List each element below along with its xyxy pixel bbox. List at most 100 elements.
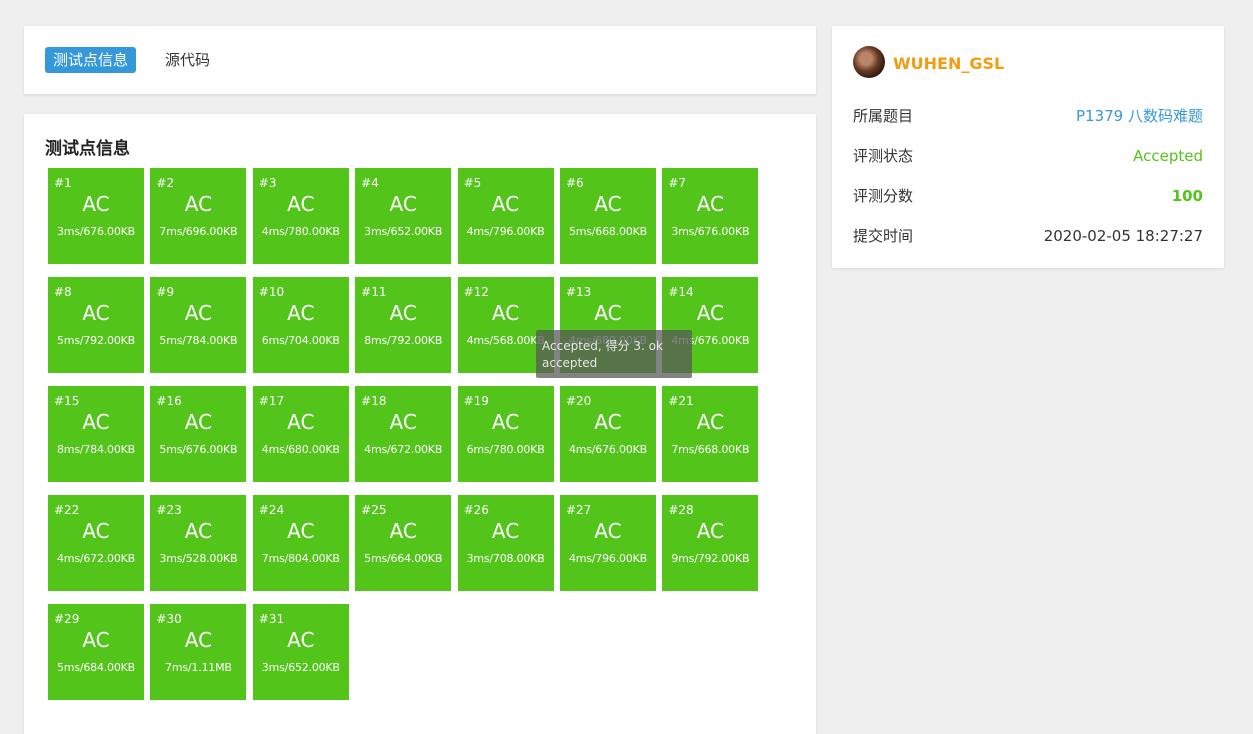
test-case-time-memory: 5ms/792.00KB [57,334,135,347]
submission-info-card: WUHEN_GSL 所属题目 P1379 八数码难题 评测状态 Accepted… [832,26,1224,268]
submit-time-value: 2020-02-05 18:27:27 [1043,227,1203,245]
test-case-tile[interactable]: #31 AC 3ms/652.00KB [252,604,349,700]
test-case-tile[interactable]: #15 AC 8ms/784.00KB [48,386,144,482]
test-case-tile[interactable]: #16 AC 5ms/676.00KB [150,386,247,482]
test-case-status: AC [389,192,417,216]
test-case-time-memory: 3ms/528.00KB [159,552,238,565]
test-case-tile[interactable]: #3 AC 4ms/780.00KB [252,168,349,264]
problem-link[interactable]: P1379 八数码难题 [1076,104,1203,128]
test-case-status: AC [594,519,622,543]
test-case-status: AC [491,519,520,543]
test-case-tile[interactable]: #22 AC 4ms/672.00KB [48,495,144,591]
test-case-status: AC [594,192,622,216]
info-row-problem: 所属题目 P1379 八数码难题 [853,104,1203,128]
test-case-time-memory: 7ms/1.11MB [165,661,232,674]
test-case-status: AC [184,519,213,543]
test-case-time-memory: 4ms/672.00KB [364,443,443,456]
test-case-tile[interactable]: #23 AC 3ms/528.00KB [150,495,247,591]
test-case-time-memory: 4ms/680.00KB [261,443,340,456]
test-case-tile[interactable]: #19 AC 6ms/780.00KB [457,386,554,482]
info-row-score: 评测分数 100 [853,184,1203,208]
test-case-id: #2 [156,176,175,190]
test-case-tile[interactable]: #21 AC 7ms/668.00KB [662,386,759,482]
score-label: 评测分数 [853,187,914,205]
test-case-time-memory: 4ms/780.00KB [261,225,340,238]
test-case-status: AC [389,519,417,543]
test-case-status: AC [184,410,213,434]
test-case-status: AC [287,519,315,543]
info-row-submit-time: 提交时间 2020-02-05 18:27:27 [853,224,1203,248]
test-case-status: AC [287,628,315,652]
test-case-id: #16 [156,394,182,408]
test-case-time-memory: 4ms/796.00KB [568,552,647,565]
test-case-tile[interactable]: #2 AC 7ms/696.00KB [150,168,247,264]
submit-time-label: 提交时间 [853,227,914,245]
test-case-id: #5 [463,176,482,190]
test-case-time-memory: 3ms/652.00KB [364,225,443,238]
user-avatar[interactable] [853,46,885,78]
test-case-tile[interactable]: #28 AC 9ms/792.00KB [662,495,759,591]
test-case-status: AC [287,301,315,325]
tooltip-line-message: accepted [542,356,598,370]
test-case-tile[interactable]: #20 AC 4ms/676.00KB [559,386,656,482]
test-case-status: AC [82,410,110,434]
test-case-id: #28 [668,503,694,517]
test-case-tile[interactable]: #9 AC 5ms/784.00KB [150,277,247,373]
test-case-tile[interactable]: #24 AC 7ms/804.00KB [252,495,349,591]
test-case-id: #22 [54,503,80,517]
test-case-status: AC [491,192,520,216]
test-case-tile[interactable]: #5 AC 4ms/796.00KB [457,168,554,264]
username-link[interactable]: WUHEN_GSL [893,54,1004,73]
test-case-id: #3 [258,176,277,190]
test-case-tile[interactable]: #29 AC 5ms/684.00KB [48,604,144,700]
test-case-tile[interactable]: #8 AC 5ms/792.00KB [48,277,144,373]
test-case-grid: #1 AC 3ms/676.00KB #2 AC 7ms/696.00KB #3 AC 4ms/… [48,168,768,700]
test-case-status: AC [184,628,213,652]
test-case-id: #30 [156,612,182,626]
test-case-time-memory: 7ms/668.00KB [671,443,750,456]
test-case-id: #7 [668,176,687,190]
test-case-time-memory: 5ms/784.00KB [159,334,238,347]
test-case-status: AC [696,301,724,325]
test-case-id: #19 [463,394,489,408]
test-case-id: #27 [565,503,592,517]
test-case-status: AC [389,301,417,325]
test-case-tile[interactable]: #4 AC 3ms/652.00KB [355,168,452,264]
tooltip-line-status: Accepted, 得分 3. ok [542,339,663,353]
test-case-id: #24 [258,503,285,517]
test-case-id: #20 [565,394,592,408]
test-case-tile[interactable]: #1 AC 3ms/676.00KB [48,168,144,264]
test-case-time-memory: 5ms/676.00KB [159,443,238,456]
test-case-id: #6 [565,176,584,190]
test-case-status: AC [696,519,724,543]
problem-label: 所属题目 [853,107,914,125]
test-case-time-memory: 8ms/792.00KB [364,334,443,347]
test-case-status: AC [82,192,110,216]
test-case-status: AC [696,192,724,216]
test-case-id: #12 [463,285,489,299]
tab-source-code[interactable]: 源代码 [165,47,210,73]
test-case-tile[interactable]: #11 AC 8ms/792.00KB [355,277,452,373]
test-case-id: #29 [54,612,80,626]
test-cases-title: 测试点信息 [45,139,130,159]
test-case-status: AC [82,628,110,652]
test-case-tile[interactable]: #27 AC 4ms/796.00KB [559,495,656,591]
test-case-id: #11 [361,285,387,299]
test-case-status: AC [594,410,622,434]
test-case-status: AC [287,192,315,216]
test-case-tile[interactable]: #18 AC 4ms/672.00KB [355,386,452,482]
test-case-tile[interactable]: #7 AC 3ms/676.00KB [662,168,759,264]
test-case-tile[interactable]: #25 AC 5ms/664.00KB [355,495,452,591]
score-value: 100 [1171,187,1203,205]
test-case-time-memory: 3ms/708.00KB [466,552,545,565]
test-case-tile[interactable]: #17 AC 4ms/680.00KB [252,386,349,482]
test-case-tile[interactable]: #6 AC 5ms/668.00KB [559,168,656,264]
test-case-status: AC [287,410,315,434]
tab-test-cases[interactable]: 测试点信息 [45,47,137,73]
test-case-tile[interactable]: #30 AC 7ms/1.11MB [150,604,247,700]
test-case-status: AC [594,301,622,325]
test-case-tile[interactable]: #10 AC 6ms/704.00KB [252,277,349,373]
test-case-time-memory: 4ms/796.00KB [466,225,545,238]
test-case-id: #18 [361,394,387,408]
test-case-tile[interactable]: #26 AC 3ms/708.00KB [457,495,554,591]
